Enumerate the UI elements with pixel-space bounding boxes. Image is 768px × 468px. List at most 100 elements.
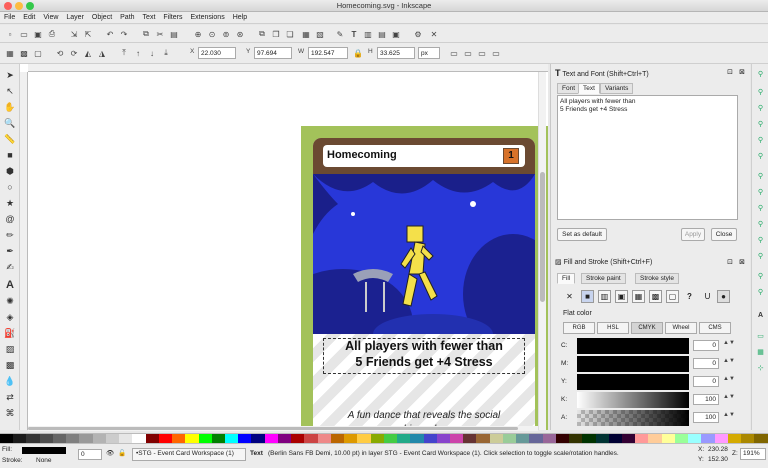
ellipse-tool-icon[interactable]: ○ xyxy=(3,180,17,194)
mode-cmyk[interactable]: CMYK xyxy=(631,322,663,334)
zoom-page-icon[interactable]: ⊚ xyxy=(220,28,232,40)
mode-hsl[interactable]: HSL xyxy=(597,322,629,334)
new-document-icon[interactable]: ▫ xyxy=(4,28,16,40)
unset-paint-icon[interactable]: ? xyxy=(683,290,696,303)
ungroup-icon[interactable]: ▧ xyxy=(314,28,326,40)
tab-fill[interactable]: Fill xyxy=(557,273,576,284)
snap-bbox-icon[interactable]: ⚲ xyxy=(755,86,766,97)
panel-close-icon[interactable]: ⊠ xyxy=(739,68,745,76)
move-gradients-icon[interactable]: ▭ xyxy=(476,47,488,59)
tab-font[interactable]: Font xyxy=(557,83,581,94)
flip-horizontal-icon[interactable]: ◭ xyxy=(82,47,94,59)
spellcheck-icon[interactable]: ✕ xyxy=(428,28,440,40)
bucket-tool-icon[interactable]: ⛽ xyxy=(3,326,17,340)
copy-icon[interactable]: ⧉ xyxy=(140,28,152,40)
scale-corners-icon[interactable]: ▭ xyxy=(462,47,474,59)
text-edit-area[interactable]: All players with fewer than 5 Friends ge… xyxy=(557,95,738,220)
snap-midpoint-icon[interactable]: ⚲ xyxy=(755,250,766,261)
menu-edit[interactable]: Edit xyxy=(19,12,39,24)
rotate-cw-icon[interactable]: ⟳ xyxy=(68,47,80,59)
rectangle-tool-icon[interactable]: ■ xyxy=(3,148,17,162)
zoom-field[interactable]: 191% xyxy=(740,448,766,460)
paste-icon[interactable]: ▤ xyxy=(168,28,180,40)
linear-gradient-icon[interactable]: ▥ xyxy=(598,290,611,303)
spray-tool-icon[interactable]: ✺ xyxy=(3,294,17,308)
undo-icon[interactable]: ↶ xyxy=(104,28,116,40)
magenta-spin-icon[interactable]: ▲▼ xyxy=(723,358,735,364)
print-icon[interactable]: ⎙ xyxy=(46,28,58,40)
snap-page-icon[interactable]: ▭ xyxy=(755,330,766,341)
flat-color-icon[interactable]: ■ xyxy=(581,290,594,303)
horizontal-scrollbar[interactable] xyxy=(28,426,538,431)
snap-intersection-icon[interactable]: ⚲ xyxy=(755,202,766,213)
opacity-field[interactable]: 0 xyxy=(78,449,102,460)
snap-path-icon[interactable]: ⚲ xyxy=(755,186,766,197)
tab-stroke-paint[interactable]: Stroke paint xyxy=(581,273,626,284)
menu-extensions[interactable]: Extensions xyxy=(186,12,228,24)
card-flavor-line-1[interactable]: A fun dance that reveals the social xyxy=(313,410,535,421)
snap-smooth-icon[interactable]: ⚲ xyxy=(755,234,766,245)
snap-text-baseline-icon[interactable]: A xyxy=(755,310,766,321)
duplicate-icon[interactable]: ⧉ xyxy=(256,28,268,40)
select-all-icon[interactable]: ▦ xyxy=(4,47,16,59)
cut-icon[interactable]: ✂ xyxy=(154,28,166,40)
snap-rotation-icon[interactable]: ⚲ xyxy=(755,286,766,297)
scale-stroke-icon[interactable]: ▭ xyxy=(448,47,460,59)
radial-gradient-icon[interactable]: ▣ xyxy=(615,290,628,303)
apply-button[interactable]: Apply xyxy=(681,228,705,241)
fill-panel-close-icon[interactable]: ⊠ xyxy=(739,258,745,266)
alpha-value[interactable]: 100 xyxy=(693,412,719,423)
deselect-icon[interactable]: ▢ xyxy=(32,47,44,59)
document-properties-icon[interactable]: ▣ xyxy=(390,28,402,40)
flip-vertical-icon[interactable]: ◮ xyxy=(96,47,108,59)
fill-stroke-dialog-icon[interactable]: ✎ xyxy=(334,28,346,40)
snap-guide-icon[interactable]: ⊹ xyxy=(755,362,766,373)
black-slider[interactable] xyxy=(577,392,689,408)
raise-icon[interactable]: ↑ xyxy=(132,47,144,59)
clone-icon[interactable]: ❐ xyxy=(270,28,282,40)
lower-to-bottom-icon[interactable]: ⤓ xyxy=(160,47,172,59)
tab-variants[interactable]: Variants xyxy=(600,83,634,94)
save-icon[interactable]: ▣ xyxy=(32,28,44,40)
mode-wheel[interactable]: Wheel xyxy=(665,322,697,334)
rotate-ccw-icon[interactable]: ⟲ xyxy=(54,47,66,59)
lower-icon[interactable]: ↓ xyxy=(146,47,158,59)
y-field[interactable]: 97.694 xyxy=(254,47,292,59)
yellow-spin-icon[interactable]: ▲▼ xyxy=(723,376,735,382)
mode-rgb[interactable]: RGB xyxy=(563,322,595,334)
dropper-tool-icon[interactable]: 💧 xyxy=(3,374,17,388)
mesh-gradient-icon[interactable]: ▦ xyxy=(632,290,645,303)
snap-center-icon[interactable]: ⚲ xyxy=(755,270,766,281)
eraser-tool-icon[interactable]: ◈ xyxy=(3,310,17,324)
move-patterns-icon[interactable]: ▭ xyxy=(490,47,502,59)
calligraphy-tool-icon[interactable]: ✍ xyxy=(3,260,17,274)
layer-visibility-icon[interactable]: 👁 xyxy=(106,449,114,457)
snap-bbox-corner-icon[interactable]: ⚲ xyxy=(755,118,766,129)
swatch-icon[interactable]: ▢ xyxy=(666,290,679,303)
menu-file[interactable]: File xyxy=(0,12,19,24)
pencil-tool-icon[interactable]: ✏ xyxy=(3,228,17,242)
panel-iconify-icon[interactable]: ⊡ xyxy=(727,68,733,76)
group-icon[interactable]: ▦ xyxy=(300,28,312,40)
open-file-icon[interactable]: ▭ xyxy=(18,28,30,40)
lock-ratio-icon[interactable]: 🔒 xyxy=(352,47,364,59)
color-palette[interactable] xyxy=(0,433,768,443)
unlink-clone-icon[interactable]: ❏ xyxy=(284,28,296,40)
close-button[interactable]: Close xyxy=(711,228,737,241)
yellow-slider[interactable] xyxy=(577,374,689,390)
tab-stroke-style[interactable]: Stroke style xyxy=(635,273,679,284)
alpha-spin-icon[interactable]: ▲▼ xyxy=(723,412,735,418)
set-as-default-button[interactable]: Set as default xyxy=(557,228,607,241)
fill-panel-iconify-icon[interactable]: ⊡ xyxy=(727,258,733,266)
box3d-tool-icon[interactable]: ⬢ xyxy=(3,164,17,178)
vertical-scrollbar[interactable] xyxy=(538,72,546,430)
text-tool-icon[interactable]: A xyxy=(3,278,17,292)
height-field[interactable]: 33.625 xyxy=(377,47,415,59)
selector-tool-icon[interactable]: ➤ xyxy=(3,68,17,82)
card-number-badge[interactable]: 1 xyxy=(503,148,519,164)
tab-text[interactable]: Text xyxy=(578,83,600,94)
menu-text[interactable]: Text xyxy=(139,12,160,24)
event-card[interactable]: Homecoming 1 All players with fewer than… xyxy=(301,126,548,430)
select-all-layers-icon[interactable]: ▩ xyxy=(18,47,30,59)
zoom-tool-icon[interactable]: 🔍 xyxy=(3,116,17,130)
